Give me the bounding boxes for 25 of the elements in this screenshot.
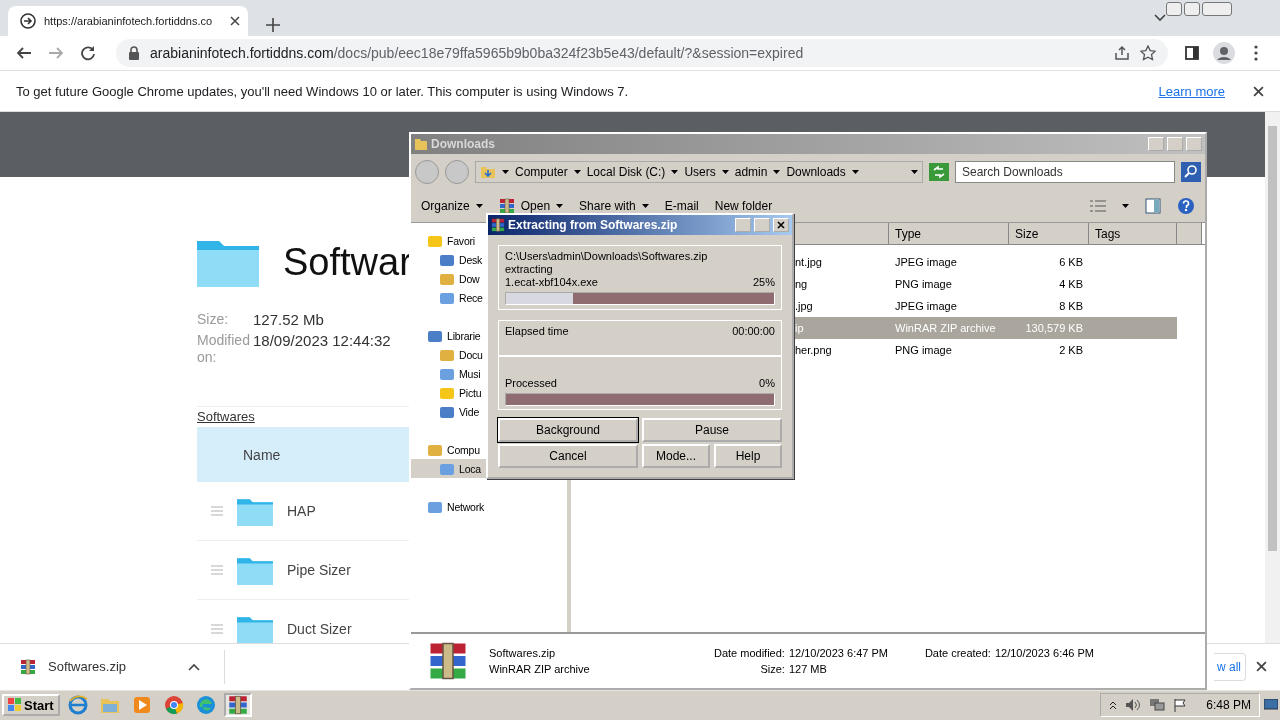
archive-path: C:\Users\admin\Downloads\Softwares.zip [505,250,708,263]
dialog-title: Extracting from Softwares.zip [508,218,679,232]
elapsed-value: 00:00:00 [732,325,775,338]
field-value: 12/10/2023 6:47 PM [788,646,889,661]
detail-label: Size: [197,311,230,328]
processed-label: Processed [505,377,557,390]
update-message: To get future Google Chrome updates, you'll need Windows 10 or later. This computer is using Windows 7. [16,83,630,99]
detail-value: 127.52 Mb [253,311,325,328]
percent-text: 25% [752,276,775,289]
field-label: Date created: [923,646,991,661]
field-value: 12/10/2023 6:46 PM [994,646,1095,661]
tab-title: https://arabianinfotech.fortiddns.co [44,15,214,27]
field-label: Size: [759,662,785,677]
file-name: Softwares.zip [489,646,557,661]
elapsed-label: Elapsed time [505,325,569,338]
field-value: 127 MB [788,662,828,677]
file-type: WinRAR ZIP archive [489,662,591,677]
detail-label: Modified on: [197,332,251,366]
detail-value: 18/09/2023 12:44:32 [253,332,392,351]
window-title: Downloads [431,137,496,151]
field-label: Date modified: [713,646,785,661]
folder-title: Softwar [283,240,412,284]
percent-text: 0% [759,377,775,390]
file-name: 1.ecat-xbf104x.exe [505,276,598,289]
status-text: extracting [505,263,553,276]
